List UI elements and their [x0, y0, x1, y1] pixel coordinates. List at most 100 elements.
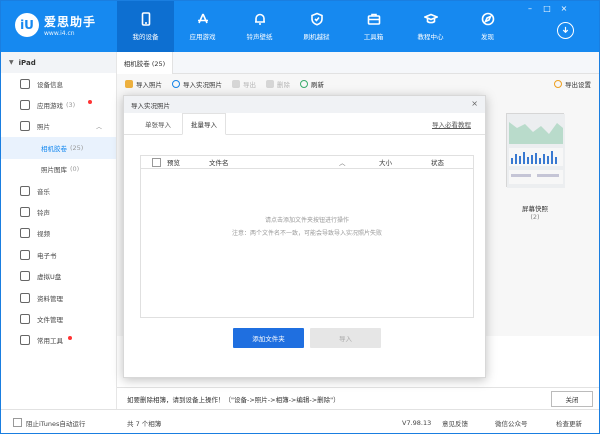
sidebar-item-apps-games[interactable]: 应用游戏 (3)	[1, 94, 116, 115]
sidebar-item-video[interactable]: 视频	[1, 223, 116, 244]
sidebar-item-label: 电子书	[37, 251, 57, 260]
feedback-link[interactable]: 意见反馈	[442, 418, 468, 428]
sidebar-item-label: 照片	[37, 123, 50, 132]
chevron-down-icon: ▼	[9, 59, 14, 66]
book-icon	[20, 249, 30, 260]
device-header[interactable]: ▼ iPad	[1, 52, 116, 73]
table-header: 预览 文件名 ︿ 大小 状态	[141, 156, 473, 169]
close-button[interactable]: 关闭	[551, 391, 593, 407]
folder-icon	[20, 292, 30, 303]
import-button[interactable]: 导入	[310, 328, 381, 348]
sidebar-item-label: 视频	[37, 230, 50, 239]
sidebar-item-common-tools[interactable]: 常用工具	[1, 330, 116, 351]
notification-dot	[88, 100, 92, 105]
logo-mark: iU	[15, 13, 39, 37]
app-icon	[20, 100, 30, 111]
nav-label: 教程中心	[417, 33, 444, 41]
import-tutorial-link[interactable]: 导入必看教程	[432, 119, 471, 129]
minimize-icon[interactable]: –	[525, 5, 535, 13]
sidebar-item-photos[interactable]: 照片 ︿	[1, 116, 116, 137]
column-preview: 预览	[167, 159, 180, 167]
app-logo: iU 爱思助手 www.i4.cn	[15, 13, 96, 37]
nav-toolbox[interactable]: 工具箱	[345, 1, 402, 52]
empty-warning: 注意：两个文件名不一致，可能会导致导入实况照片失败	[231, 230, 382, 237]
close-icon[interactable]: ×	[471, 99, 478, 108]
sidebar-item-label: 文件管理	[37, 315, 63, 324]
sidebar-item-label: 铃声	[37, 209, 50, 218]
graduation-cap-icon	[423, 12, 438, 26]
sidebar-item-label: 虚拟U盘	[37, 273, 62, 282]
maximize-icon[interactable]: □	[542, 5, 552, 13]
download-icon[interactable]	[557, 22, 574, 39]
sidebar-item-label: 相机胶卷	[41, 144, 67, 153]
empty-hint: 请点击添加文件夹按钮进行操作	[264, 217, 349, 224]
nav-flash-jailbreak[interactable]: 刷机越狱	[288, 1, 345, 52]
sidebar: ▼ iPad 设备信息 应用游戏 (3) 照片 ︿ 相机胶卷 (25) 照片图库…	[1, 52, 117, 409]
nav-label: 发现	[481, 33, 494, 41]
item-count: (3)	[66, 101, 76, 110]
sidebar-item-music[interactable]: 音乐	[1, 180, 116, 201]
dialog-tabs: 单张导入 批量导入 导入必看教程	[124, 113, 485, 135]
block-itunes-label: 阻止iTunes自动运行	[26, 419, 86, 428]
app-store-icon	[196, 12, 210, 26]
sidebar-item-ebooks[interactable]: 电子书	[1, 244, 116, 265]
close-icon[interactable]: ×	[559, 5, 569, 13]
nav-apps-games[interactable]: 应用游戏	[174, 1, 231, 52]
app-name: 爱思助手	[44, 15, 97, 29]
item-count: (25)	[70, 143, 84, 152]
chevron-up-icon: ︿	[95, 123, 102, 131]
top-navigation-bar: iU 爱思助手 www.i4.cn 我的设备 应用游戏 铃声壁纸 刷机越狱 工具…	[1, 1, 599, 52]
main-nav: 我的设备 应用游戏 铃声壁纸 刷机越狱 工具箱 教程中心 发现	[117, 1, 516, 52]
music-icon	[20, 185, 30, 196]
select-all-checkbox[interactable]	[152, 157, 161, 167]
nav-ringtones-wallpapers[interactable]: 铃声壁纸	[231, 1, 288, 52]
sidebar-item-ringtones[interactable]: 铃声	[1, 201, 116, 222]
video-icon	[20, 228, 30, 239]
usb-icon	[20, 271, 30, 282]
item-count: (0)	[70, 165, 80, 174]
app-window: iU 爱思助手 www.i4.cn 我的设备 应用游戏 铃声壁纸 刷机越狱 工具…	[0, 0, 600, 434]
add-folder-button[interactable]: 添加文件夹	[233, 328, 304, 348]
sidebar-item-data-management[interactable]: 资料管理	[1, 287, 116, 308]
bottom-notice-bar: 如要删除相簿，请到设备上操作！（"设备->照片->相簿->编辑->删除"） 关闭	[117, 387, 599, 409]
nav-my-device[interactable]: 我的设备	[117, 1, 174, 52]
tab-batch-import[interactable]: 批量导入	[182, 113, 226, 135]
sidebar-item-photo-library[interactable]: 照片图库 (0)	[1, 159, 116, 180]
sidebar-item-device-info[interactable]: 设备信息	[1, 73, 116, 94]
block-itunes-checkbox[interactable]	[13, 418, 22, 427]
version-label: V7.98.13	[402, 418, 432, 427]
nav-label: 铃声壁纸	[246, 33, 273, 41]
tools-icon	[20, 335, 30, 346]
file-table: 预览 文件名 ︿ 大小 状态 请点击添加文件夹按钮进行操作 注意：两个文件名不一…	[140, 155, 474, 318]
nav-discover[interactable]: 发现	[459, 1, 516, 52]
dialog-title-bar: 导入实况照片 ×	[124, 96, 485, 113]
app-url: www.i4.cn	[44, 30, 75, 37]
column-size: 大小	[379, 159, 392, 167]
wechat-link[interactable]: 微信公众号	[495, 418, 528, 428]
tab-single-import[interactable]: 单张导入	[134, 113, 182, 134]
bell-icon	[20, 207, 30, 218]
status-bar: 阻止iTunes自动运行 共 7 个相簿 V7.98.13 意见反馈 微信公众号…	[1, 409, 599, 433]
sidebar-item-camera-roll[interactable]: 相机胶卷 (25)	[1, 137, 116, 159]
tab-camera-roll[interactable]: 相机胶卷 (25)	[117, 52, 173, 74]
check-update-link[interactable]: 检查更新	[556, 418, 582, 428]
device-name: iPad	[18, 58, 36, 67]
nav-tutorial-center[interactable]: 教程中心	[402, 1, 459, 52]
sidebar-item-file-management[interactable]: 文件管理	[1, 308, 116, 329]
phone-icon	[139, 12, 153, 26]
photo-icon	[20, 121, 30, 132]
sidebar-item-label: 资料管理	[37, 294, 63, 303]
sidebar-item-label: 照片图库	[41, 166, 67, 175]
sidebar-item-virtual-usb[interactable]: 虚拟U盘	[1, 266, 116, 287]
nav-label: 工具箱	[363, 33, 384, 41]
sidebar-item-label: 音乐	[37, 187, 50, 196]
sidebar-item-label: 常用工具	[37, 337, 63, 346]
bell-icon	[253, 12, 267, 26]
delete-album-notice: 如要删除相簿，请到设备上操作！（"设备->照片->相簿->编辑->删除"）	[127, 395, 340, 404]
nav-label: 刷机越狱	[303, 33, 330, 41]
column-filename[interactable]: 文件名	[209, 157, 339, 167]
toolbox-icon	[367, 12, 381, 26]
sort-up-icon[interactable]: ︿	[339, 157, 379, 167]
dialog-title: 导入实况照片	[131, 101, 170, 110]
file-icon	[20, 313, 30, 324]
